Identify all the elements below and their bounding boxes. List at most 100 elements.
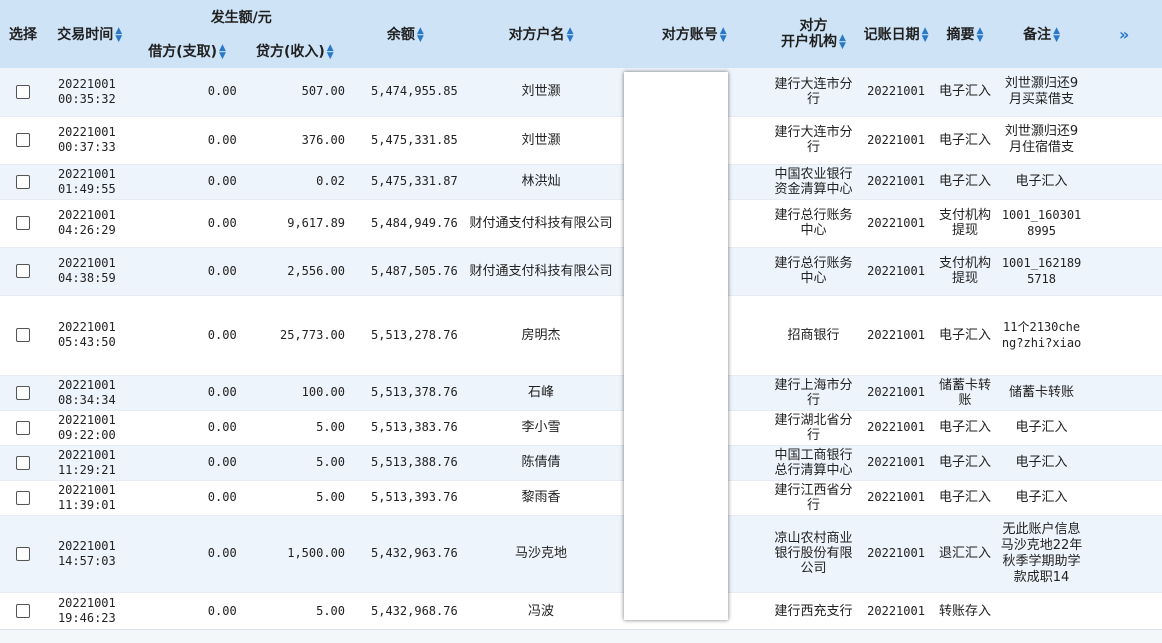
row-select-cell[interactable]: [0, 116, 46, 165]
row-select-cell[interactable]: [0, 375, 46, 411]
trade-date: 20221001: [57, 166, 116, 181]
table-row[interactable]: 2022100119:46:230.005.005,432,968.76冯波62…: [0, 592, 1162, 631]
row-select-cell[interactable]: [0, 480, 46, 516]
table-row[interactable]: 20221001 14:57:03 0.00 1,500.00 5,432,963.76…: [0, 515, 1162, 593]
header-select: 选择: [0, 0, 46, 68]
trade-date: 20221001: [57, 538, 116, 553]
cell-trade-time: 20221001 09:22:00: [45, 410, 134, 446]
sort-icon[interactable]: ▲ ▼: [327, 43, 334, 60]
table-row[interactable]: 2022100111:29:210.005.005,513,388.76陈倩倩6…: [0, 445, 1162, 481]
sort-icon[interactable]: ▲ ▼: [720, 27, 727, 44]
row-select-cell[interactable]: [0, 199, 46, 248]
header-balance[interactable]: 余额 ▲ ▼: [349, 0, 462, 68]
trade-clock: 04:26:29: [57, 223, 116, 237]
row-select-cell[interactable]: [0, 164, 46, 200]
row-select-cell[interactable]: [0, 515, 46, 593]
cell-counterparty-name: 石峰: [461, 375, 621, 411]
cell-institution: 中国农业银行资金清算中心: [768, 164, 859, 200]
cell-remark: 电子汇入: [996, 480, 1087, 516]
cell-credit: 507.00: [240, 68, 350, 117]
sort-icon[interactable]: ▲ ▼: [977, 27, 984, 44]
table-header: 选择 交易时间 ▲ ▼ 发生额/元 余额 ▲ ▼ 对方户名 ▲ ▼ 对方账号 ▲ ▼ 对方 开户…: [0, 0, 1162, 68]
header-counterparty-account[interactable]: 对方账号 ▲ ▼: [620, 0, 769, 68]
cell-summary: 转账存入: [933, 592, 997, 631]
table-row[interactable]: 20221001 08:34:34 0.00 100.00 5,513,378.76 石峰…: [0, 375, 1162, 411]
cell-institution: 建行西充支行: [768, 592, 859, 631]
row-checkbox[interactable]: [15, 546, 30, 561]
table-row[interactable]: 2022100109:22:000.005.005,513,383.76李小雪6…: [0, 410, 1162, 446]
sort-icon[interactable]: ▲ ▼: [922, 27, 929, 44]
sort-icon[interactable]: ▲ ▼: [1053, 27, 1060, 44]
trade-clock: 09:22:00: [57, 427, 116, 442]
header-posting-date-label: 记账日期: [863, 27, 920, 43]
header-institution[interactable]: 对方 开户机构 ▲ ▼: [768, 0, 859, 68]
cell-balance: 5,475,331.87: [349, 164, 462, 200]
cell-summary: 电子汇入: [933, 164, 997, 200]
header-remark[interactable]: 备注 ▲ ▼: [996, 0, 1087, 68]
table-row[interactable]: 20221001 04:38:59 0.00 2,556.00 5,487,505.76…: [0, 247, 1162, 296]
cell-credit: 9,617.89: [240, 199, 350, 248]
row-checkbox[interactable]: [15, 264, 30, 278]
cell-spacer: [1086, 592, 1162, 631]
sort-icon[interactable]: ▲ ▼: [567, 27, 574, 44]
header-posting-date[interactable]: 记账日期 ▲ ▼: [858, 0, 934, 68]
sort-icon[interactable]: ▲ ▼: [219, 43, 226, 60]
row-select-cell[interactable]: [0, 295, 46, 376]
row-checkbox[interactable]: [15, 455, 30, 470]
row-checkbox[interactable]: [15, 490, 30, 505]
header-counterparty-name[interactable]: 对方户名 ▲ ▼: [461, 0, 621, 68]
sort-icon[interactable]: ▲ ▼: [839, 34, 846, 51]
header-credit[interactable]: 贷方(收入) ▲ ▼: [240, 33, 350, 68]
table-row[interactable]: 20221001 00:37:33 0.00 376.00 5,475,331.85 刘世…: [0, 116, 1162, 165]
cell-trade-time: 20221001 11:39:01: [45, 480, 134, 516]
double-chevron-right-icon[interactable]: »: [1119, 25, 1129, 44]
cell-summary: 支付机构提现: [933, 199, 997, 248]
row-checkbox[interactable]: [15, 604, 30, 618]
cell-spacer: [1086, 68, 1162, 117]
table-row[interactable]: 2022100101:49:550.000.025,475,331.87林洪灿6…: [0, 164, 1162, 200]
cell-debit: 0.00: [133, 592, 241, 631]
sort-icon[interactable]: ▲ ▼: [115, 27, 122, 44]
row-select-cell[interactable]: [0, 592, 46, 631]
cell-summary: 电子汇入: [933, 410, 997, 446]
cell-balance: 5,487,505.76: [349, 247, 462, 296]
cell-institution: 凉山农村商业银行股份有限公司: [768, 515, 859, 593]
trade-clock: 00:35:32: [57, 91, 116, 106]
cell-trade-time: 20221001 11:29:21: [45, 445, 134, 481]
header-time[interactable]: 交易时间 ▲ ▼: [45, 0, 134, 68]
table-row[interactable]: 2022100111:39:010.005.005,513,393.76黎雨香6…: [0, 480, 1162, 516]
row-select-cell[interactable]: [0, 445, 46, 481]
cell-spacer: [1086, 247, 1162, 296]
cell-summary: 电子汇入: [933, 68, 997, 117]
more-columns-button[interactable]: »: [1086, 0, 1162, 68]
row-checkbox[interactable]: [15, 133, 30, 147]
cell-remark: 电子汇入: [996, 410, 1087, 446]
row-select-cell[interactable]: [0, 410, 46, 446]
row-checkbox[interactable]: [15, 385, 30, 400]
cell-spacer: [1086, 164, 1162, 200]
table-row[interactable]: 20221001 05:43:50 0.00 25,773.00 5,513,278.7…: [0, 295, 1162, 376]
redaction-overlay: [624, 72, 728, 620]
row-checkbox[interactable]: [15, 328, 30, 342]
cell-remark: 刘世灏归还9月住宿借支: [996, 116, 1087, 165]
cell-remark: [996, 592, 1087, 631]
cell-debit: 0.00: [133, 116, 241, 165]
table-row[interactable]: 20221001 04:26:29 0.00 9,617.89 5,484,949.76…: [0, 199, 1162, 248]
row-checkbox[interactable]: [15, 420, 30, 435]
sort-icon[interactable]: ▲ ▼: [417, 27, 424, 44]
cell-balance: 5,513,378.76: [349, 375, 462, 411]
header-debit[interactable]: 借方(支取) ▲ ▼: [133, 33, 241, 68]
cell-credit: 0.02: [240, 164, 350, 200]
header-summary[interactable]: 摘要 ▲ ▼: [933, 0, 997, 68]
cell-posting-date: 20221001: [858, 375, 934, 411]
trade-date: 20221001: [57, 256, 116, 270]
row-checkbox[interactable]: [15, 84, 30, 99]
table-row[interactable]: 20221001 00:35:32 0.00 507.00 5,474,955.85 刘世…: [0, 68, 1162, 117]
row-select-cell[interactable]: [0, 68, 46, 117]
row-select-cell[interactable]: [0, 247, 46, 296]
cell-spacer: [1086, 515, 1162, 593]
row-checkbox[interactable]: [15, 174, 30, 189]
cell-balance: 5,474,955.85: [349, 68, 462, 117]
row-checkbox[interactable]: [15, 216, 30, 230]
trade-date: 20221001: [57, 208, 116, 222]
